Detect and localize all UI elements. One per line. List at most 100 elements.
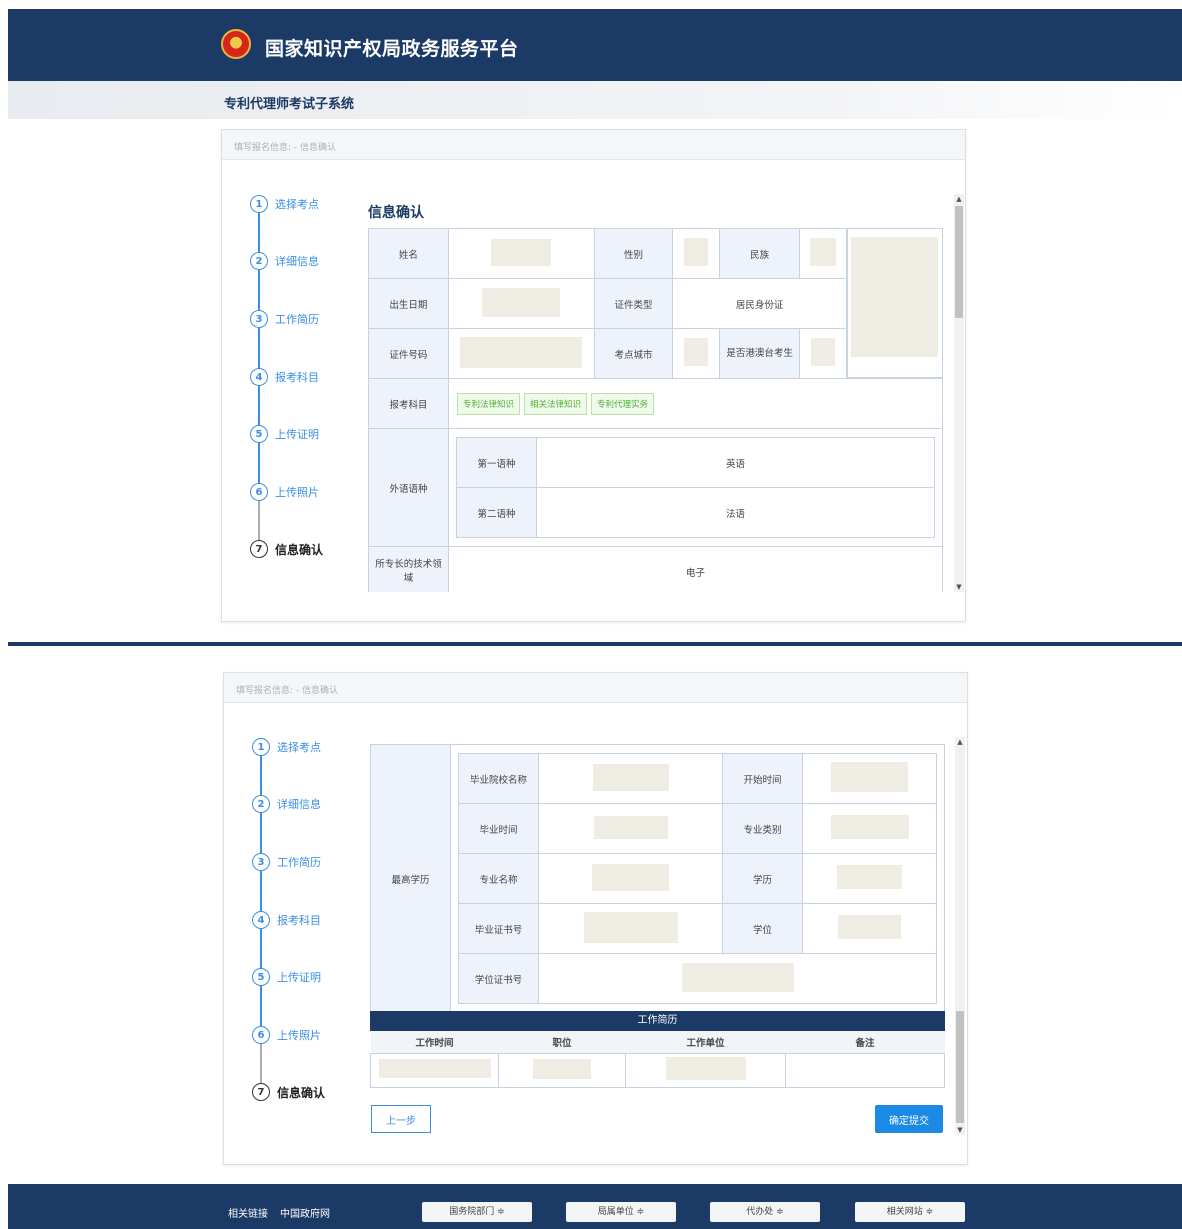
- step-number: 4: [252, 911, 270, 929]
- redacted-block: [681, 962, 794, 992]
- redacted-block: [810, 238, 837, 266]
- top-header: 国家知识产权局政务服务平台: [8, 9, 1182, 81]
- gov-site-link[interactable]: 中国政府网: [280, 1205, 330, 1220]
- exam-city-value: [672, 328, 721, 379]
- ethnicity-label: 民族: [719, 228, 801, 279]
- step-7[interactable]: 7 信息确认: [250, 539, 323, 559]
- step-number: 2: [250, 252, 268, 270]
- scroll-up-icon[interactable]: ▲: [955, 737, 965, 747]
- birth-value: [447, 278, 595, 329]
- section-title: 信息确认: [368, 205, 424, 221]
- work-remark-value: [785, 1052, 945, 1088]
- major-name-label: 专业名称: [458, 853, 539, 904]
- redacted-block: [811, 338, 836, 366]
- gender-value: [672, 228, 721, 279]
- step-number: 3: [250, 310, 268, 328]
- step-5[interactable]: 5 上传证明: [252, 967, 321, 987]
- work-col-position: 职位: [552, 1037, 572, 1049]
- scroll-down-icon[interactable]: ▼: [954, 582, 964, 592]
- step-number: 1: [252, 738, 270, 756]
- step-number: 6: [252, 1026, 270, 1044]
- major-name-value: [538, 853, 723, 904]
- language-label: 外语语种: [368, 428, 449, 547]
- step-number: 2: [252, 795, 270, 813]
- step-label: 选择考点: [277, 741, 321, 754]
- breadcrumb: 填写报名信息: - 信息确认: [224, 673, 967, 703]
- related-sites-select[interactable]: 相关网站 ≑: [855, 1202, 965, 1222]
- bureau-units-select[interactable]: 局属单位 ≑: [566, 1202, 676, 1222]
- step-label: 上传照片: [277, 1029, 321, 1042]
- redacted-block: [460, 336, 583, 368]
- id-type-value: 居民身份证: [672, 278, 847, 329]
- edu-level-value: [802, 853, 937, 904]
- footer: 相关链接 中国政府网 国务院部门 ≑ 局属单位 ≑ 代办处 ≑ 相关网站 ≑: [8, 1184, 1182, 1229]
- step-2[interactable]: 2 详细信息: [250, 251, 319, 271]
- grad-time-label: 毕业时间: [458, 803, 539, 854]
- redacted-block: [838, 915, 901, 939]
- work-col-employer: 工作单位: [686, 1037, 725, 1049]
- step-4[interactable]: 4 报考科目: [250, 367, 319, 387]
- step-1[interactable]: 1 选择考点: [252, 737, 321, 757]
- step-7[interactable]: 7 信息确认: [252, 1082, 325, 1102]
- step-label: 工作简历: [275, 313, 319, 326]
- step-3[interactable]: 3 工作简历: [250, 309, 319, 329]
- confirm-submit-button[interactable]: 确定提交: [875, 1105, 943, 1133]
- redacted-block: [533, 1058, 591, 1079]
- step-2[interactable]: 2 详细信息: [252, 794, 321, 814]
- language-value: 第一语种 英语 第二语种 法语: [448, 428, 943, 547]
- subjects-table: 报考科目 专利法律知识 相关法律知识 专利代理实务 外语语种 第一语种 英语 第二语…: [368, 378, 943, 592]
- hk-candidate-value: [799, 328, 847, 379]
- agency-office-select[interactable]: 代办处 ≑: [710, 1202, 820, 1222]
- work-history-section: 工作简历 工作时间 职位 工作单位 备注: [370, 1011, 945, 1088]
- degree-label: 学位: [722, 903, 803, 954]
- basic-info-table: 姓名 性别 民族 出生日期 证件类型 居民身份证 证件号码 考点城市 是否港澳台…: [368, 228, 847, 379]
- redacted-block: [491, 238, 552, 266]
- step-label: 上传证明: [275, 428, 319, 441]
- step-6[interactable]: 6 上传照片: [250, 482, 319, 502]
- subjects-value: 专利法律知识 相关法律知识 专利代理实务: [448, 378, 943, 429]
- start-time-label: 开始时间: [722, 753, 803, 804]
- tech-field-label: 所专长的技术领域: [368, 546, 449, 592]
- scrollbar[interactable]: ▲ ▼: [954, 194, 964, 592]
- work-history-table: 工作时间 职位 工作单位 备注: [370, 1031, 945, 1088]
- grad-time-value: [538, 803, 723, 854]
- step-number: 7: [252, 1083, 270, 1101]
- redacted-block: [482, 287, 561, 317]
- step-3[interactable]: 3 工作简历: [252, 852, 321, 872]
- language-table: 第一语种 英语 第二语种 法语: [456, 437, 935, 538]
- step-number: 6: [250, 483, 268, 501]
- confirm-panel-top: 填写报名信息: - 信息确认 1 选择考点 2 详细信息 3 工作简历 4 报考科目 5…: [221, 129, 966, 622]
- scroll-thumb[interactable]: [956, 1011, 964, 1123]
- work-col-time: 工作时间: [415, 1037, 454, 1049]
- work-col-remark: 备注: [855, 1037, 875, 1049]
- step-number: 3: [252, 853, 270, 871]
- name-label: 姓名: [368, 228, 449, 279]
- info-scroll-area[interactable]: 最高学历 毕业院校名称 开始时间 毕业时间 专业类别 专业名称 学历 毕业证书号…: [370, 737, 948, 1147]
- step-1[interactable]: 1 选择考点: [250, 194, 319, 214]
- step-6[interactable]: 6 上传照片: [252, 1025, 321, 1045]
- photo-frame: [847, 228, 943, 378]
- scroll-up-icon[interactable]: ▲: [954, 194, 964, 204]
- degree-cert-value: [538, 953, 937, 1004]
- step-4[interactable]: 4 报考科目: [252, 910, 321, 930]
- state-council-select[interactable]: 国务院部门 ≑: [422, 1202, 532, 1222]
- subheader: 专利代理师考试子系统: [8, 81, 1182, 119]
- step-5[interactable]: 5 上传证明: [250, 424, 319, 444]
- scroll-down-icon[interactable]: ▼: [955, 1125, 965, 1135]
- site-title[interactable]: 国家知识产权局政务服务平台: [265, 34, 519, 61]
- step-number: 5: [250, 425, 268, 443]
- degree-value: [802, 903, 937, 954]
- id-number-label: 证件号码: [368, 328, 449, 379]
- degree-cert-label: 学位证书号: [458, 953, 539, 1004]
- lang1-label: 第一语种: [456, 437, 537, 488]
- step-label: 信息确认: [275, 542, 324, 557]
- prev-step-button[interactable]: 上一步: [371, 1105, 431, 1133]
- step-number: 7: [250, 540, 268, 558]
- breadcrumb: 填写报名信息: - 信息确认: [222, 130, 965, 160]
- scroll-thumb[interactable]: [955, 206, 963, 318]
- scrollbar[interactable]: ▲ ▼: [955, 737, 965, 1135]
- redacted-block: [583, 911, 678, 943]
- grad-cert-label: 毕业证书号: [458, 903, 539, 954]
- step-label: 工作简历: [277, 856, 321, 869]
- info-scroll-area[interactable]: 信息确认 姓名 性别 民族 出生日期 证件类型 居民身份证 证件号码 考点城市: [368, 194, 946, 592]
